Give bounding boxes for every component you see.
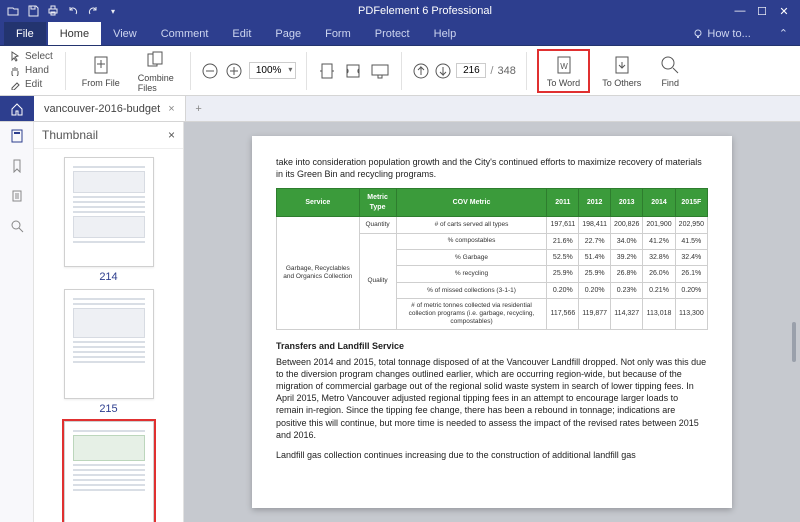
- menu-file[interactable]: File: [4, 22, 46, 45]
- find-button[interactable]: Find: [653, 52, 687, 90]
- from-file-icon: [90, 54, 112, 76]
- ribbon: Select Hand Edit From File Combine Files…: [0, 46, 800, 96]
- menu-comment[interactable]: Comment: [149, 22, 221, 45]
- titlebar: ▾ PDFelement 6 Professional — ☐ ✕: [0, 0, 800, 22]
- body-para-1: Between 2014 and 2015, total tonnage dis…: [276, 356, 708, 441]
- menu-edit[interactable]: Edit: [220, 22, 263, 45]
- edit-tool[interactable]: Edit: [8, 78, 55, 91]
- qat-more-icon[interactable]: ▾: [106, 4, 120, 18]
- collapse-ribbon-icon[interactable]: ⌃: [771, 22, 796, 45]
- scrollbar-thumb[interactable]: [792, 322, 796, 362]
- workarea: Thumbnail × 214 215 216 take into consid…: [0, 122, 800, 522]
- sidetools: [0, 122, 34, 522]
- edit-label: Edit: [25, 79, 42, 90]
- minimize-button[interactable]: —: [730, 5, 750, 18]
- thumbnail-number: 214: [64, 271, 154, 283]
- body-para-2: Landfill gas collection continues increa…: [276, 449, 708, 461]
- section-heading: Transfers and Landfill Service: [276, 340, 708, 352]
- hand-tool[interactable]: Hand: [8, 64, 55, 77]
- qat-undo-icon[interactable]: [66, 4, 80, 18]
- thumbnail-list[interactable]: 214 215 216: [34, 149, 183, 522]
- menu-protect[interactable]: Protect: [363, 22, 422, 45]
- zoom-in-button[interactable]: [225, 62, 243, 80]
- menu-help[interactable]: Help: [422, 22, 469, 45]
- to-word-button[interactable]: W To Word: [541, 52, 586, 90]
- tabstrip: vancouver-2016-budget × +: [0, 96, 800, 122]
- zoom-out-button[interactable]: [201, 62, 219, 80]
- add-tab-button[interactable]: +: [186, 96, 212, 121]
- home-tab-icon[interactable]: [0, 96, 34, 121]
- thumbnail-item[interactable]: 215: [64, 289, 154, 415]
- app-title: PDFelement 6 Professional: [120, 5, 730, 17]
- to-others-icon: [611, 54, 633, 76]
- from-file-button[interactable]: From File: [76, 52, 126, 90]
- thumbnail-number: 215: [64, 403, 154, 415]
- to-word-highlight: W To Word: [537, 49, 590, 93]
- bulb-icon: [693, 29, 703, 39]
- attachments-icon[interactable]: [9, 188, 25, 204]
- page-slash: /: [490, 65, 493, 77]
- thumbnail-panel: Thumbnail × 214 215 216: [34, 122, 184, 522]
- menubar: File Home View Comment Edit Page Form Pr…: [0, 22, 800, 46]
- qat-save-icon[interactable]: [26, 4, 40, 18]
- thumbnail-title: Thumbnail: [42, 128, 98, 142]
- thumbnail-item[interactable]: 214: [64, 157, 154, 283]
- from-file-label: From File: [82, 78, 120, 88]
- document-tab-label: vancouver-2016-budget: [44, 103, 160, 115]
- screen-mode-button[interactable]: [369, 61, 391, 81]
- close-thumbnail-icon[interactable]: ×: [168, 128, 175, 142]
- qat-redo-icon[interactable]: [86, 4, 100, 18]
- zoom-level[interactable]: 100%: [249, 62, 297, 79]
- intro-text: take into consideration population growt…: [276, 156, 708, 180]
- svg-text:W: W: [560, 62, 568, 71]
- to-others-button[interactable]: To Others: [596, 52, 647, 90]
- prev-page-button[interactable]: [412, 62, 430, 80]
- menu-form[interactable]: Form: [313, 22, 363, 45]
- to-word-label: To Word: [547, 78, 580, 88]
- next-page-button[interactable]: [434, 62, 452, 80]
- close-button[interactable]: ✕: [774, 5, 794, 18]
- menu-view[interactable]: View: [101, 22, 149, 45]
- select-tool[interactable]: Select: [8, 50, 55, 63]
- combine-files-icon: [145, 49, 167, 71]
- fit-width-button[interactable]: [343, 61, 363, 81]
- howto-label: How to...: [707, 28, 750, 40]
- close-tab-icon[interactable]: ×: [168, 103, 174, 115]
- menu-page[interactable]: Page: [263, 22, 313, 45]
- search-icon[interactable]: [9, 218, 25, 234]
- qat-print-icon[interactable]: [46, 4, 60, 18]
- combine-files-label: Combine Files: [138, 73, 174, 93]
- page-canvas[interactable]: take into consideration population growt…: [184, 122, 800, 522]
- to-word-icon: W: [553, 54, 575, 76]
- menu-home[interactable]: Home: [48, 22, 101, 45]
- find-icon: [659, 54, 681, 76]
- combine-files-button[interactable]: Combine Files: [132, 47, 180, 95]
- hand-label: Hand: [25, 65, 49, 76]
- to-others-label: To Others: [602, 78, 641, 88]
- page-total: 348: [497, 65, 515, 77]
- thumbnails-icon[interactable]: [9, 128, 25, 144]
- select-label: Select: [25, 51, 53, 62]
- bookmarks-icon[interactable]: [9, 158, 25, 174]
- find-label: Find: [661, 78, 679, 88]
- howto-link[interactable]: How to...: [693, 22, 770, 45]
- metrics-table: ServiceMetric TypeCOV Metric201120122013…: [276, 188, 708, 329]
- page-content: take into consideration population growt…: [252, 136, 732, 508]
- document-tab[interactable]: vancouver-2016-budget ×: [34, 96, 186, 121]
- thumbnail-item[interactable]: 216: [64, 421, 154, 522]
- maximize-button[interactable]: ☐: [752, 5, 772, 18]
- page-number-input[interactable]: [456, 63, 486, 78]
- qat-open-icon[interactable]: [6, 4, 20, 18]
- fit-page-button[interactable]: [317, 61, 337, 81]
